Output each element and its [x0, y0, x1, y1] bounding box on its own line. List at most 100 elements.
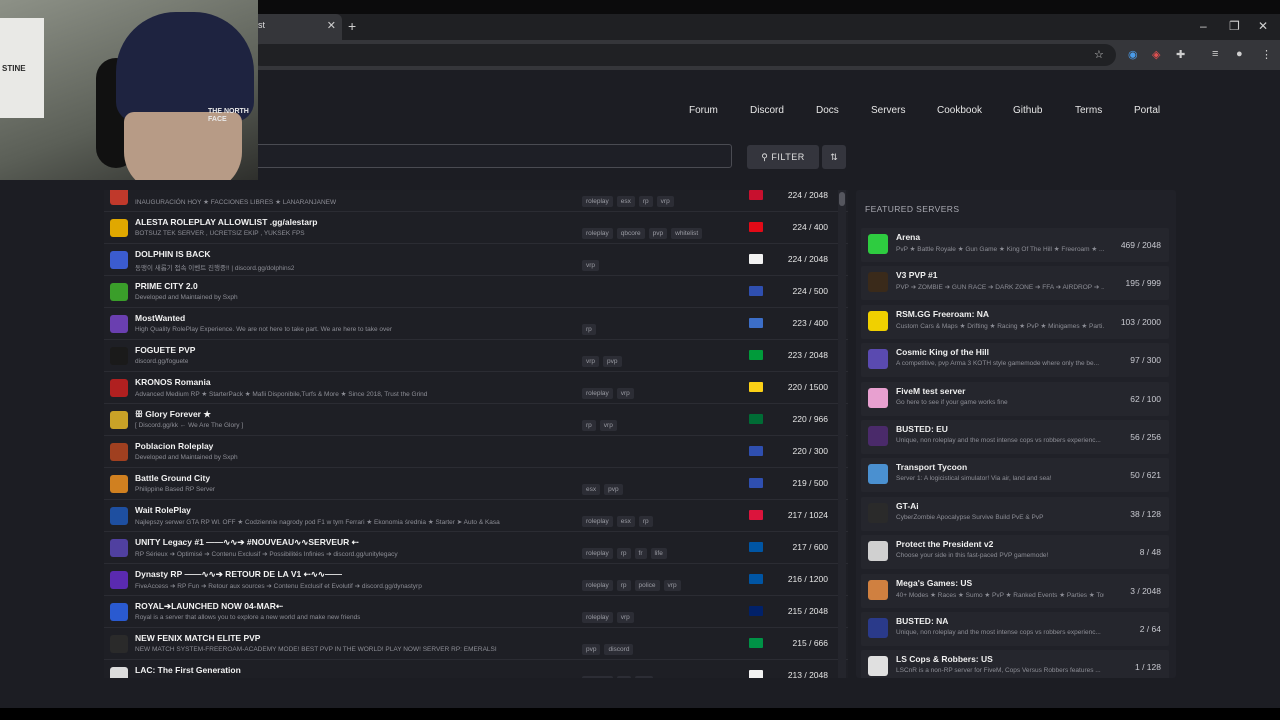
new-tab-icon[interactable]: + [348, 18, 356, 34]
server-row[interactable]: Dynasty RP ——∿∿➔ RETOUR DE LA V1 ⇠∿∿—— Fi… [104, 564, 848, 596]
nav-github[interactable]: Github [1013, 105, 1042, 116]
player-count: 215 / 666 [792, 638, 828, 648]
player-count: 215 / 2048 [787, 606, 828, 616]
featured-server-card[interactable]: LS Cops & Robbers: US LSCnR is a non-RP s… [861, 650, 1169, 678]
country-flag-icon [749, 382, 763, 392]
server-row[interactable]: DOLPHIN IS BACK 동맹이 새롭기 접속 이벤트 진행중!! | di… [104, 244, 848, 276]
featured-server-card[interactable]: FiveM test server Go here to see if your … [861, 381, 1169, 416]
server-name: NEW FENIX MATCH ELITE PVP [135, 633, 261, 643]
server-row[interactable]: LAC: The First Generation누구나 살아가는 방식이 다른… [104, 660, 848, 678]
country-flag-icon [749, 318, 763, 328]
featured-server-card[interactable]: BUSTED: NA Unique, non roleplay and the m… [861, 612, 1169, 646]
server-row[interactable]: KRONOS Romania Advanced Medium RP ★ Start… [104, 372, 848, 404]
scrollbar-thumb[interactable] [839, 192, 845, 206]
server-name: ꕥ Glory Forever ★ [135, 409, 211, 419]
nav-cookbook[interactable]: Cookbook [937, 105, 982, 116]
player-count: 2 / 64 [1139, 624, 1161, 634]
server-row[interactable]: ROYAL➔LAUNCHED NOW 04-MAR⇠ Royal is a ser… [104, 596, 848, 628]
filter-button[interactable]: ⚲ FILTER [747, 145, 819, 169]
address-bar[interactable] [250, 44, 1116, 66]
server-tag: vrp [616, 388, 634, 399]
nav-discord[interactable]: Discord [750, 105, 784, 116]
server-tag: qbcore [616, 228, 645, 239]
profile-avatar[interactable]: ● [1236, 48, 1243, 60]
nav-terms[interactable]: Terms [1075, 105, 1102, 116]
server-tags: rp vrp [582, 414, 621, 432]
player-count: 38 / 128 [1130, 508, 1161, 519]
menu-kebab-icon[interactable]: ⋮ [1261, 48, 1272, 61]
server-tag: fr [634, 548, 647, 559]
search-input[interactable] [250, 144, 732, 168]
server-icon [110, 443, 128, 461]
server-tag: roleplay [582, 612, 613, 623]
minimize-icon[interactable]: – [1200, 19, 1207, 33]
server-description: FiveAccess ➔ RP Fun ➔ Retour aux sources… [135, 583, 422, 590]
nav-forum[interactable]: Forum [689, 105, 718, 116]
server-list-scrollbar[interactable] [838, 190, 846, 678]
webcam-beanie [116, 12, 254, 122]
server-tag: pvp [634, 676, 654, 678]
featured-server-card[interactable]: Mega's Games: US 40+ Modes ★ Races ★ Sumo… [861, 573, 1169, 608]
featured-server-card[interactable]: V3 PVP #1 PVP ➔ ZOMBIE ➔ GUN RACE ➔ DARK … [861, 266, 1169, 301]
server-row[interactable]: Battle Ground City Philippine Based RP Se… [104, 468, 848, 500]
server-tag: rp [616, 580, 631, 591]
server-tag: esx [616, 196, 635, 207]
taskbar-strip [0, 708, 1280, 720]
server-icon [868, 502, 888, 523]
featured-server-card[interactable]: GT-Ai CyberZombie Apocalypse Survive Buil… [861, 496, 1169, 531]
server-tag: esx [582, 484, 601, 495]
featured-server-card[interactable]: Protect the President v2 Choose your side… [861, 535, 1169, 570]
nav-portal[interactable]: Portal [1134, 105, 1160, 116]
server-row[interactable]: ALESTA ROLEPLAY ALLOWLIST .gg/alestarp BO… [104, 212, 848, 244]
server-tag: rp [638, 516, 653, 527]
close-window-icon[interactable]: ✕ [1258, 19, 1268, 33]
server-name: Poblacion Roleplay [135, 441, 214, 451]
extension-icon[interactable]: ◉ [1128, 48, 1138, 61]
server-tags: roleplay qbcore pvp whitelist [582, 222, 706, 240]
player-count: 224 / 400 [792, 222, 828, 232]
media-icon[interactable]: ≡ [1212, 48, 1218, 60]
server-row[interactable]: PRIME CITY 2.0 Developed and Maintained b… [104, 276, 848, 308]
featured-server-card[interactable]: Arena PvP ★ Battle Royale ★ Gun Game ★ Ki… [861, 228, 1169, 262]
featured-server-name: Arena [896, 232, 921, 242]
server-row[interactable]: MostWanted High Quality RolePlay Experien… [104, 308, 848, 340]
server-tag: roleplay [582, 516, 613, 527]
country-flag-icon [749, 510, 763, 520]
server-row[interactable]: ꕥ Glory Forever ★ [ Discord.gg/kk ← We Ar… [104, 404, 848, 436]
featured-server-name: Cosmic King of the Hill [896, 347, 990, 358]
extensions-puzzle-icon[interactable]: ✚ [1176, 48, 1185, 61]
bookmark-star-icon[interactable]: ☆ [1094, 48, 1104, 61]
extension-icon[interactable]: ◈ [1152, 48, 1160, 61]
server-description: [ Discord.gg/kk ← We Are The Glory ] [135, 422, 244, 429]
server-row[interactable]: NEW FENIX MATCH ELITE PVP NEW MATCH SYSTE… [104, 628, 848, 660]
server-tag: police [634, 580, 660, 591]
sort-button[interactable]: ⇅ [822, 145, 846, 169]
server-row[interactable]: Poblacion Roleplay Developed and Maintain… [104, 436, 848, 468]
close-tab-icon[interactable]: ✕ [327, 19, 336, 32]
server-icon [868, 618, 888, 638]
featured-server-card[interactable]: Transport Tycoon Server 1: A logicistical… [861, 458, 1169, 493]
server-icon [110, 667, 128, 678]
server-row[interactable]: UNITY Legacy #1 ——∿∿➔ #NOUVEAU∿∿SERVEUR … [104, 532, 848, 564]
server-icon [868, 272, 888, 293]
webcam-sign-text: STINE [2, 64, 26, 73]
player-count: 8 / 48 [1139, 547, 1161, 558]
server-icon [868, 464, 888, 485]
server-icon [110, 315, 128, 333]
browser-tab[interactable]: st ✕ [250, 14, 342, 40]
server-name: ROYAL➔LAUNCHED NOW 04-MAR⇠ [135, 601, 284, 611]
server-row[interactable]: FOGUETE PVP discord.gg/foguete vrp pvp 223 /… [104, 340, 848, 372]
server-icon [110, 571, 128, 589]
country-flag-icon [749, 638, 763, 648]
featured-server-card[interactable]: BUSTED: EU Unique, non roleplay and the m… [861, 420, 1169, 454]
server-tag: rp [616, 676, 631, 678]
server-row[interactable]: Wait RolePlay Najlepszy serwer GTA RP Wl.… [104, 500, 848, 532]
server-tags: roleplay vrp [582, 382, 638, 400]
featured-server-card[interactable]: RSM.GG Freeroam: NA Custom Cars & Maps ★ … [861, 304, 1169, 339]
nav-servers[interactable]: Servers [871, 105, 905, 116]
server-row[interactable]: INAUGURACIÓN HOY ★ FACCIONES LIBRES ★ LA… [104, 190, 848, 212]
restore-icon[interactable]: ❐ [1229, 19, 1240, 33]
nav-docs[interactable]: Docs [816, 105, 839, 116]
server-description: NEW MATCH SYSTEM-FREEROAM-ACADEMY MODE! … [135, 646, 497, 653]
featured-server-card[interactable]: Cosmic King of the Hill A competitive, pv… [861, 343, 1169, 378]
